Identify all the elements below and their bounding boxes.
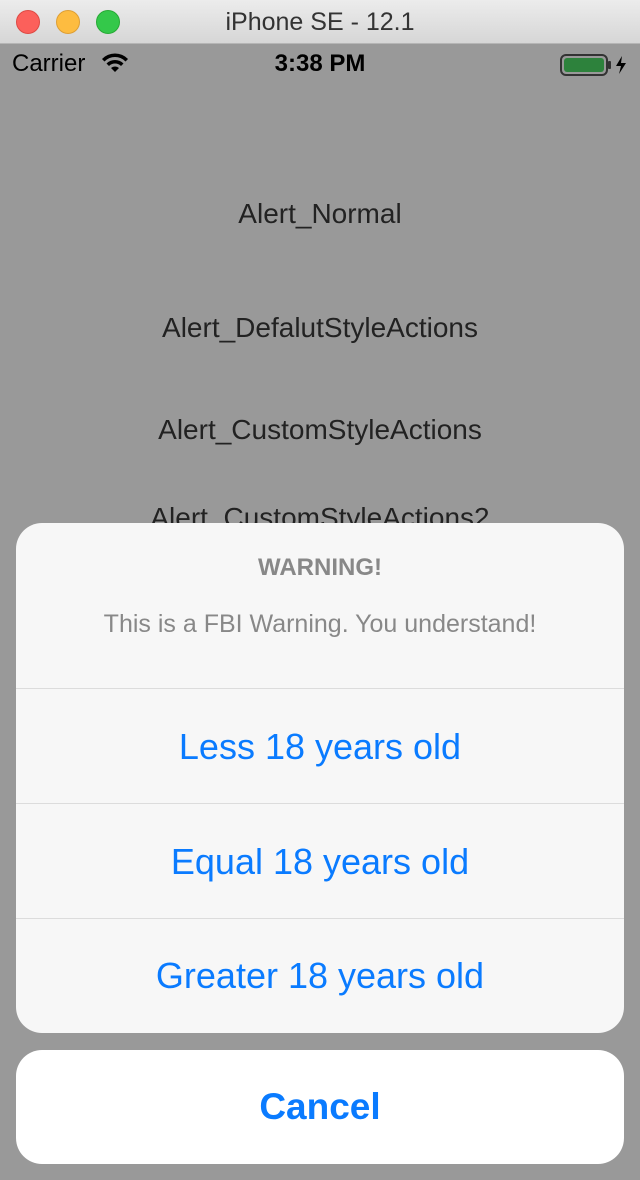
action-sheet-title: WARNING! (258, 554, 382, 581)
window-titlebar: iPhone SE - 12.1 (0, 0, 640, 44)
action-greater-18-button[interactable]: Greater 18 years old (16, 919, 624, 1033)
window-title: iPhone SE - 12.1 (225, 8, 415, 36)
action-sheet-header: WARNING! This is a FBI Warning. You unde… (16, 523, 624, 689)
action-sheet-message: This is a FBI Warning. You understand! (103, 610, 537, 638)
action-sheet: WARNING! This is a FBI Warning. You unde… (16, 523, 624, 1033)
iphone-screen: Carrier 3:38 PM Alert_Normal Alert_Defal… (0, 44, 640, 1180)
cancel-button[interactable]: Cancel (16, 1050, 624, 1164)
action-equal-18-button[interactable]: Equal 18 years old (16, 804, 624, 919)
action-less-18-button[interactable]: Less 18 years old (16, 689, 624, 804)
simulator-window: iPhone SE - 12.1 Carrier 3:38 PM Alert_N… (0, 0, 640, 1180)
